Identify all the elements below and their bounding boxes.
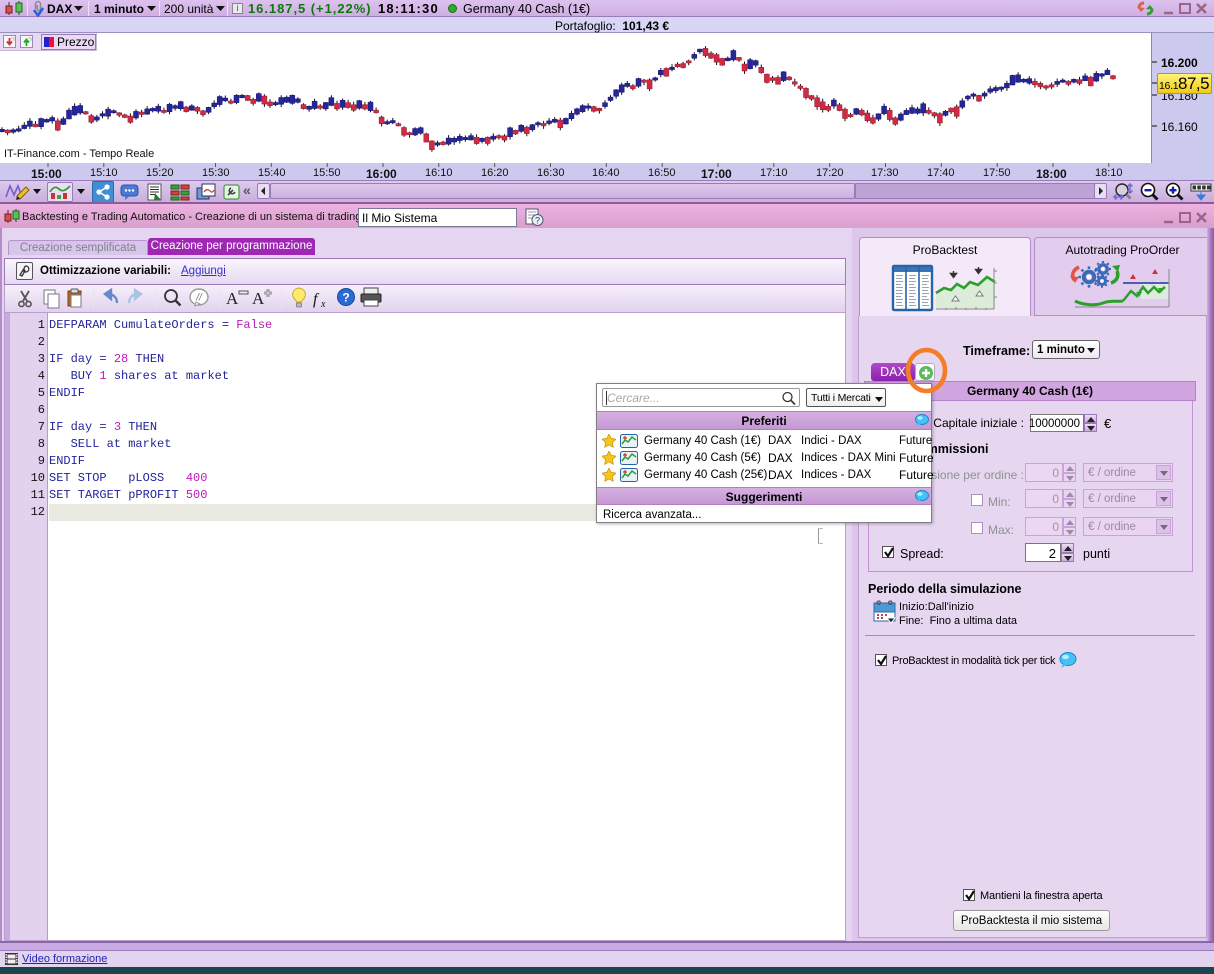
svg-text:f: f bbox=[313, 291, 320, 308]
svg-text:?: ? bbox=[535, 216, 540, 226]
svg-text:A: A bbox=[226, 289, 239, 308]
svg-text:?: ? bbox=[342, 291, 349, 305]
svg-text:x: x bbox=[320, 299, 326, 310]
svg-text:A: A bbox=[252, 289, 265, 308]
